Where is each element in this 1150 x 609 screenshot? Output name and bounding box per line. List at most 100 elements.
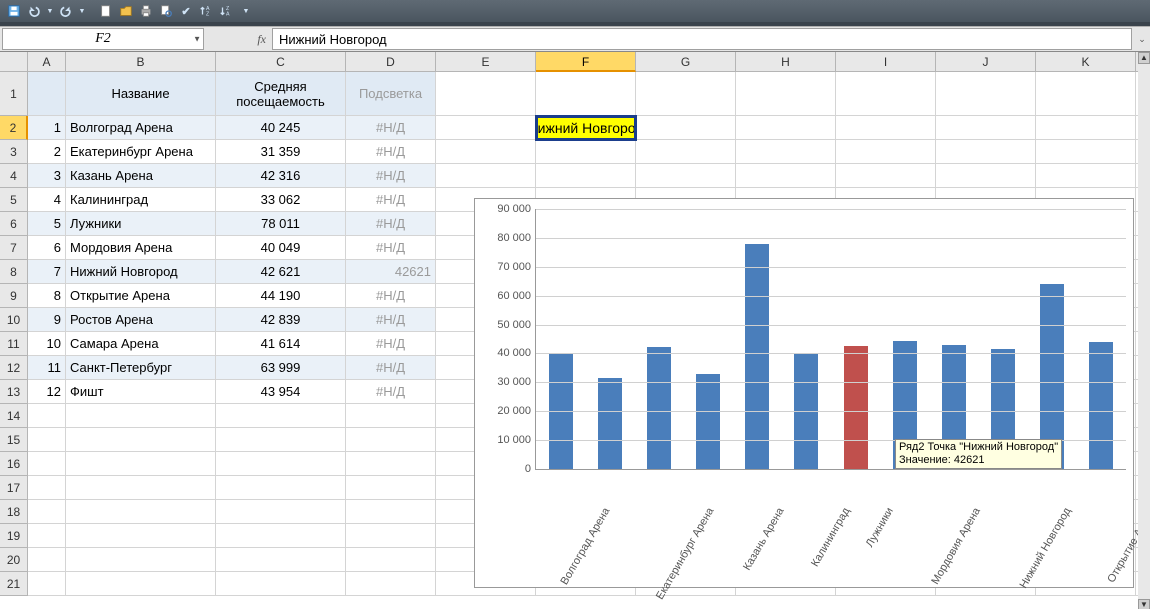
table-row-hl[interactable]: #Н/Д <box>346 212 436 236</box>
undo-icon[interactable] <box>26 3 42 19</box>
cell[interactable] <box>216 452 346 476</box>
cell[interactable] <box>346 428 436 452</box>
scroll-down-icon[interactable]: ▼ <box>1138 599 1150 609</box>
table-row-name[interactable]: Казань Арена <box>66 164 216 188</box>
table-row-avg[interactable]: 33 062 <box>216 188 346 212</box>
table-row-avg[interactable]: 43 954 <box>216 380 346 404</box>
vertical-scrollbar[interactable]: ▲ ▼ <box>1138 52 1150 609</box>
col-header-B[interactable]: B <box>66 52 216 72</box>
col-header-A[interactable]: A <box>28 52 66 72</box>
chart-bar[interactable] <box>696 374 720 470</box>
cell[interactable] <box>216 548 346 572</box>
table-row-index[interactable]: 2 <box>28 140 66 164</box>
sort-desc-icon[interactable]: ZA <box>218 3 234 19</box>
row-header-20[interactable]: 20 <box>0 548 28 572</box>
col-header-D[interactable]: D <box>346 52 436 72</box>
cell[interactable] <box>636 116 736 140</box>
cell[interactable] <box>28 572 66 596</box>
cell[interactable] <box>216 428 346 452</box>
name-box-dropdown-icon[interactable]: ▼ <box>193 35 201 44</box>
cell[interactable] <box>216 524 346 548</box>
table-row-avg[interactable]: 41 614 <box>216 332 346 356</box>
name-box[interactable]: F2 ▼ <box>2 28 204 50</box>
col-header-I[interactable]: I <box>836 52 936 72</box>
row-header-6[interactable]: 6 <box>0 212 28 236</box>
row-header-21[interactable]: 21 <box>0 572 28 596</box>
cell[interactable] <box>636 72 736 116</box>
row-header-10[interactable]: 10 <box>0 308 28 332</box>
cell[interactable] <box>836 72 936 116</box>
save-icon[interactable] <box>6 3 22 19</box>
cell[interactable] <box>936 116 1036 140</box>
table-row-name[interactable]: Нижний Новгород <box>66 260 216 284</box>
cell[interactable] <box>28 452 66 476</box>
redo-icon[interactable] <box>58 3 74 19</box>
row-header-12[interactable]: 12 <box>0 356 28 380</box>
cell[interactable] <box>936 140 1036 164</box>
cell[interactable] <box>346 476 436 500</box>
cell[interactable] <box>216 500 346 524</box>
cell[interactable] <box>736 164 836 188</box>
cell[interactable] <box>28 404 66 428</box>
cell[interactable] <box>1036 164 1136 188</box>
col-header-F[interactable]: F <box>536 52 636 72</box>
col-header-J[interactable]: J <box>936 52 1036 72</box>
cell[interactable] <box>836 164 936 188</box>
row-header-17[interactable]: 17 <box>0 476 28 500</box>
cell[interactable] <box>736 72 836 116</box>
table-row-hl[interactable]: #Н/Д <box>346 356 436 380</box>
table-row-hl[interactable]: #Н/Д <box>346 140 436 164</box>
sort-asc-icon[interactable]: AZ <box>198 3 214 19</box>
table-row-name[interactable]: Лужники <box>66 212 216 236</box>
table-row-index[interactable]: 7 <box>28 260 66 284</box>
redo-dropdown-icon[interactable]: ▼ <box>78 3 86 19</box>
quick-print-icon[interactable] <box>138 3 154 19</box>
table-row-hl[interactable]: #Н/Д <box>346 116 436 140</box>
cell[interactable] <box>66 548 216 572</box>
col-header-E[interactable]: E <box>436 52 536 72</box>
table-row-name[interactable]: Екатеринбург Арена <box>66 140 216 164</box>
row-header-4[interactable]: 4 <box>0 164 28 188</box>
chart-bar[interactable] <box>647 347 671 469</box>
table-header-hl[interactable]: Подсветка <box>346 72 436 116</box>
table-row-avg[interactable]: 42 621 <box>216 260 346 284</box>
table-header-blank[interactable] <box>28 72 66 116</box>
table-row-hl[interactable]: #Н/Д <box>346 284 436 308</box>
worksheet[interactable]: ABCDEFGHIJKL 123456789101112131415161718… <box>0 52 1150 609</box>
cell[interactable] <box>1036 116 1136 140</box>
cell[interactable] <box>66 524 216 548</box>
chart-object[interactable]: 010 00020 00030 00040 00050 00060 00070 … <box>474 198 1134 588</box>
new-icon[interactable] <box>98 3 114 19</box>
table-row-index[interactable]: 9 <box>28 308 66 332</box>
row-header-18[interactable]: 18 <box>0 500 28 524</box>
table-row-index[interactable]: 12 <box>28 380 66 404</box>
table-row-name[interactable]: Санкт-Петербург <box>66 356 216 380</box>
cell[interactable] <box>216 572 346 596</box>
table-row-avg[interactable]: 42 316 <box>216 164 346 188</box>
table-row-avg[interactable]: 44 190 <box>216 284 346 308</box>
table-row-avg[interactable]: 78 011 <box>216 212 346 236</box>
table-row-index[interactable]: 11 <box>28 356 66 380</box>
table-row-index[interactable]: 6 <box>28 236 66 260</box>
cell[interactable] <box>28 476 66 500</box>
row-header-13[interactable]: 13 <box>0 380 28 404</box>
cell[interactable] <box>1036 72 1136 116</box>
table-row-avg[interactable]: 40 049 <box>216 236 346 260</box>
table-row-avg[interactable]: 40 245 <box>216 116 346 140</box>
table-header-avg[interactable]: Средняя посещаемость <box>216 72 346 116</box>
cell[interactable] <box>736 140 836 164</box>
cell[interactable] <box>28 548 66 572</box>
cell[interactable] <box>536 140 636 164</box>
chart-bar[interactable] <box>598 378 622 469</box>
cell[interactable] <box>936 72 1036 116</box>
cell[interactable] <box>66 476 216 500</box>
cell[interactable] <box>636 164 736 188</box>
table-row-index[interactable]: 3 <box>28 164 66 188</box>
cell[interactable] <box>436 72 536 116</box>
table-row-name[interactable]: Мордовия Арена <box>66 236 216 260</box>
table-header-name[interactable]: Название <box>66 72 216 116</box>
table-row-name[interactable]: Открытие Арена <box>66 284 216 308</box>
chart-bar[interactable] <box>745 244 769 469</box>
cell[interactable] <box>66 500 216 524</box>
row-header-8[interactable]: 8 <box>0 260 28 284</box>
